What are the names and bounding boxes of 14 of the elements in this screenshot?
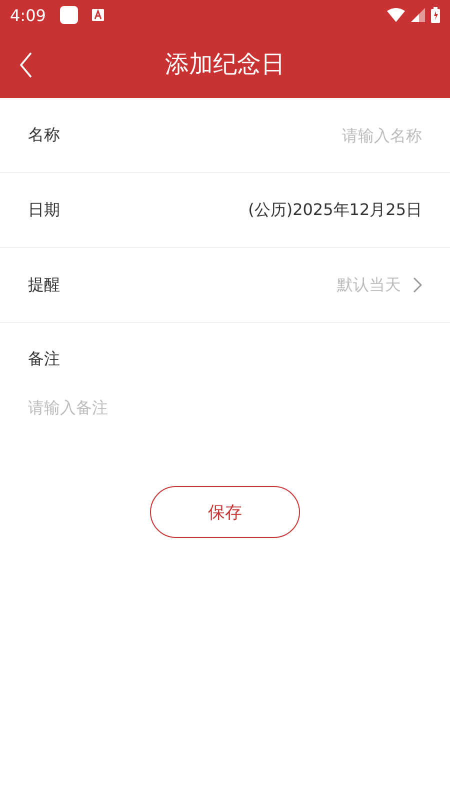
save-button[interactable]: 保存 xyxy=(150,486,300,538)
status-time: 4:09 xyxy=(10,6,46,24)
chevron-right-icon xyxy=(413,277,422,293)
page-title: 添加纪念日 xyxy=(165,49,285,80)
signal-icon xyxy=(411,8,425,22)
date-value[interactable]: (公历)2025年12月25日 xyxy=(248,200,422,220)
notification-icon xyxy=(60,6,78,24)
app-notification-icon xyxy=(92,9,104,21)
field-label: 名称 xyxy=(28,124,60,146)
field-label: 日期 xyxy=(28,200,60,220)
field-label: 提醒 xyxy=(28,274,60,296)
wifi-icon xyxy=(387,8,405,22)
battery-icon xyxy=(431,7,440,23)
note-label: 备注 xyxy=(28,349,61,370)
